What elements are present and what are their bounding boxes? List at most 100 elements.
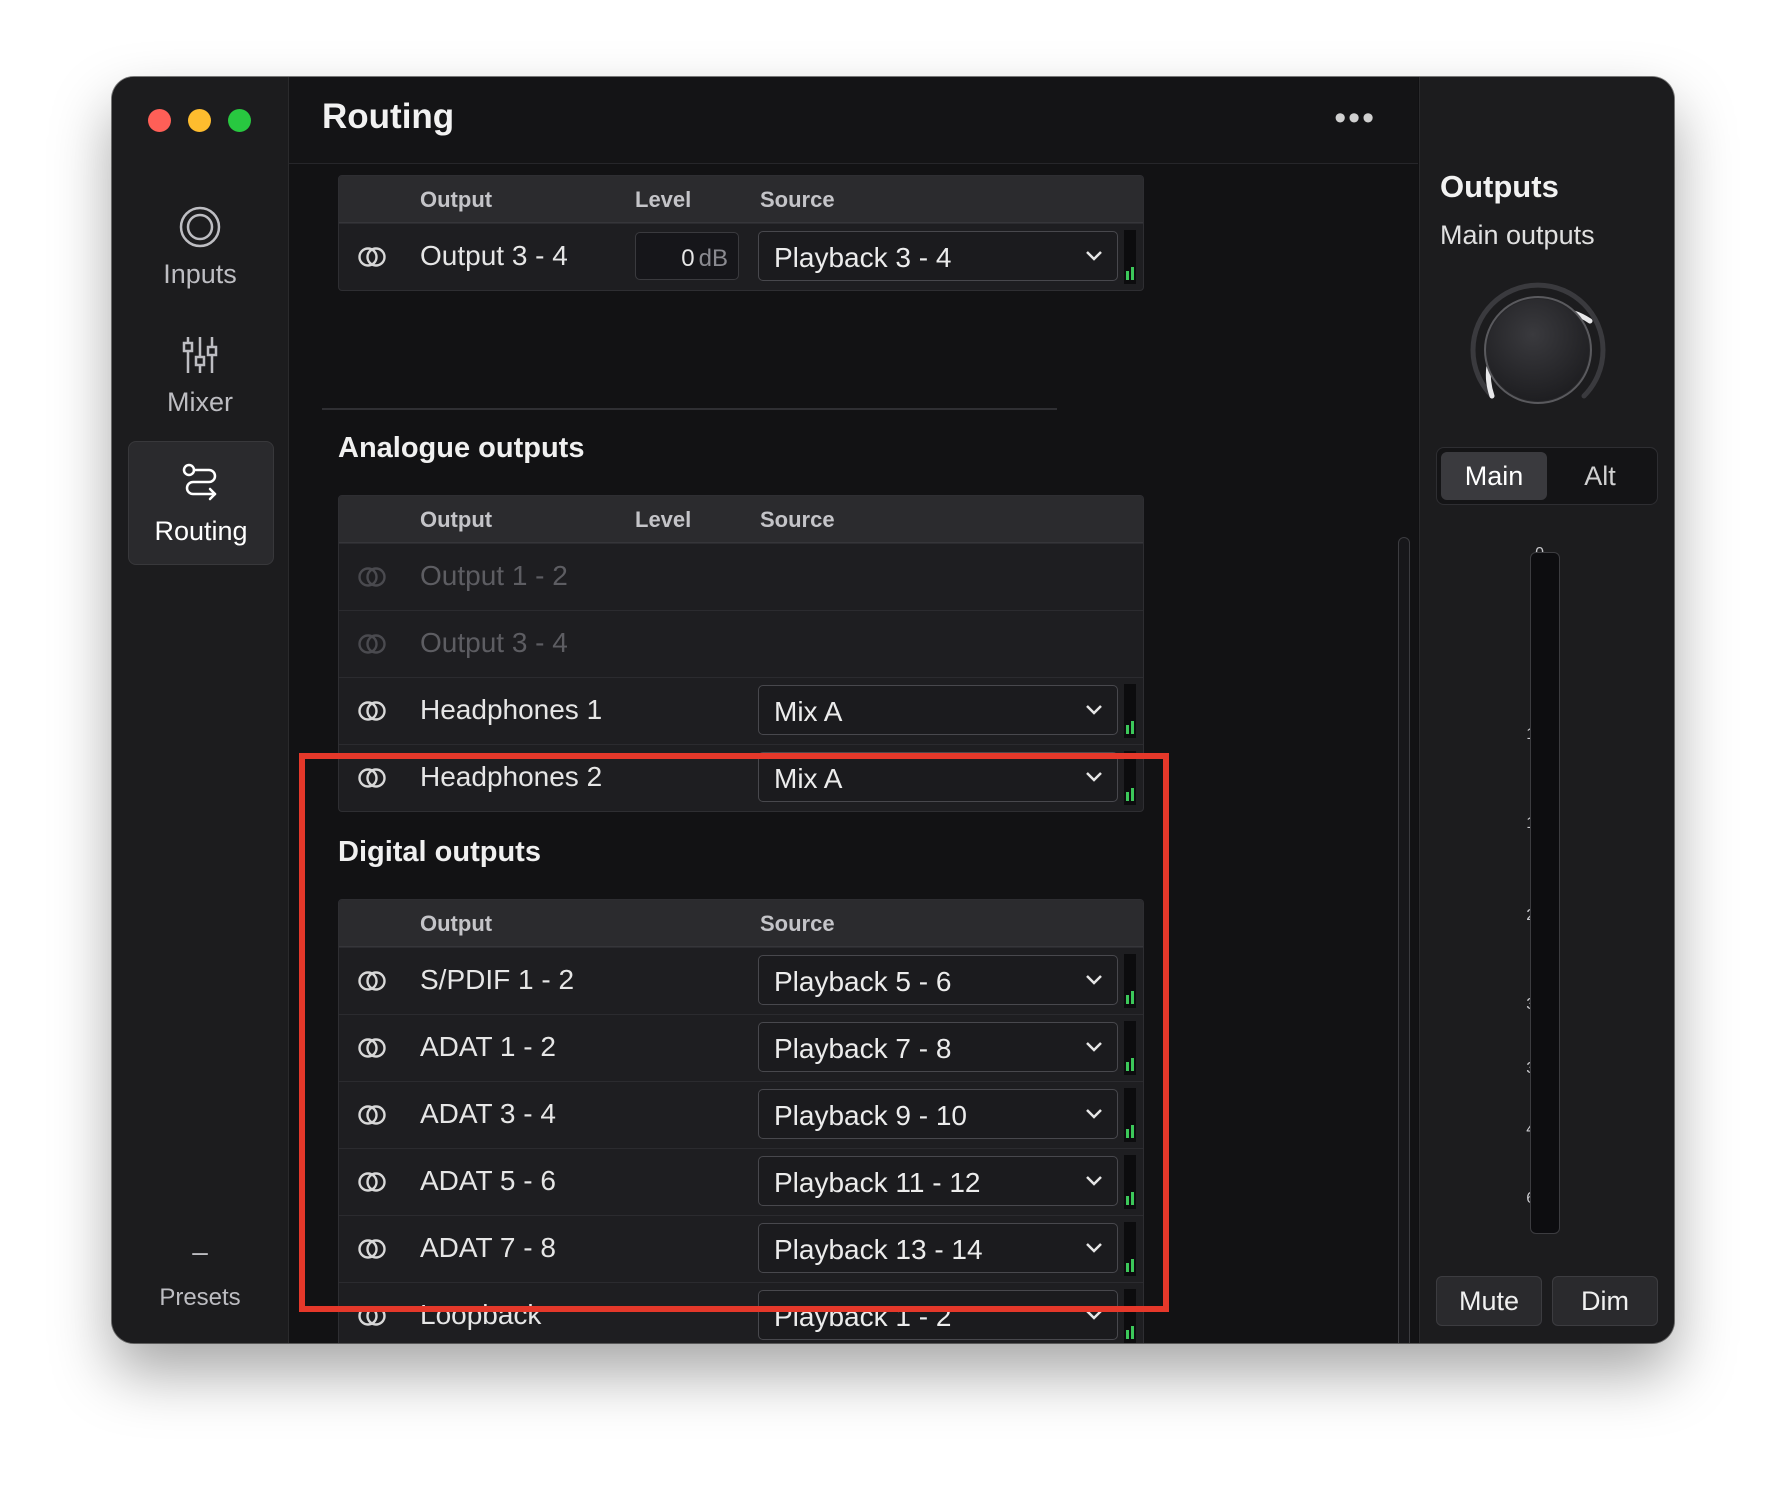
column-header-level: Level xyxy=(635,187,692,212)
main-toggle-button[interactable]: Main xyxy=(1441,452,1547,500)
source-value: Playback 1 - 2 xyxy=(774,1301,952,1332)
table-row: Loopback Playback 1 - 2 xyxy=(339,1282,1143,1343)
chevron-down-icon xyxy=(1086,1176,1102,1186)
chevron-down-icon xyxy=(1086,705,1102,715)
level-unit: dB xyxy=(698,245,728,272)
chevron-down-icon xyxy=(1086,1109,1102,1119)
chevron-down-icon xyxy=(1086,975,1102,985)
source-value: Playback 7 - 8 xyxy=(774,1033,952,1064)
table-row: Headphones 1 Mix A xyxy=(339,677,1143,744)
output-name: ADAT 1 - 2 xyxy=(420,1031,556,1062)
source-select[interactable]: Mix A xyxy=(758,752,1118,802)
page-title: Routing xyxy=(322,97,455,136)
source-select[interactable]: Playback 5 - 6 xyxy=(758,955,1118,1005)
stereo-link-icon[interactable] xyxy=(357,1237,387,1261)
chevron-down-icon xyxy=(1086,1042,1102,1052)
mixer-icon xyxy=(182,336,218,373)
stereo-link-icon[interactable] xyxy=(357,969,387,993)
mute-button[interactable]: Mute xyxy=(1436,1276,1542,1326)
column-header-source: Source xyxy=(760,507,835,532)
table-row: ADAT 7 - 8 Playback 13 - 14 xyxy=(339,1215,1143,1282)
source-value: Mix A xyxy=(774,696,843,727)
sidebar-item-mixer[interactable]: Mixer xyxy=(128,313,272,435)
alt-toggle-button[interactable]: Alt xyxy=(1547,452,1653,500)
sidebar-item-inputs[interactable]: Inputs xyxy=(128,185,272,307)
presets-dash: – xyxy=(192,1236,208,1267)
stereo-link-icon[interactable] xyxy=(357,766,387,790)
outputs-subtitle: Main outputs xyxy=(1440,220,1595,250)
level-meter xyxy=(1124,954,1136,1008)
presets-label: Presets xyxy=(159,1284,241,1311)
stereo-link-icon[interactable] xyxy=(357,1170,387,1194)
presets-button[interactable]: – Presets xyxy=(112,1236,288,1312)
table-header: Output Level Source xyxy=(339,496,1143,543)
header: Routing ••• xyxy=(289,77,1418,164)
level-meter xyxy=(1124,1088,1136,1142)
table-row: Output 3 - 4 0 dB Playback 3 - 4 xyxy=(339,223,1143,290)
sidebar-item-routing[interactable]: Routing xyxy=(128,441,274,565)
source-value: Playback 3 - 4 xyxy=(774,242,952,273)
column-header-output: Output xyxy=(420,911,493,936)
stereo-link-icon[interactable] xyxy=(357,1304,387,1328)
mute-dim-row: Mute Dim xyxy=(1436,1276,1658,1326)
source-value: Mix A xyxy=(774,763,843,794)
source-value: Playback 11 - 12 xyxy=(774,1167,981,1198)
sidebar: Inputs Mixer Routing – Presets xyxy=(112,77,289,1343)
stereo-link-icon[interactable] xyxy=(357,1036,387,1060)
dim-button[interactable]: Dim xyxy=(1552,1276,1658,1326)
digital-output-table: Output Source S/PDIF 1 - 2 Playback 5 - … xyxy=(338,899,1144,1343)
source-select[interactable]: Mix A xyxy=(758,685,1118,735)
top-output-table: Output Level Source Output 3 - 4 0 dB Pla… xyxy=(338,175,1144,291)
source-value: Playback 13 - 14 xyxy=(774,1234,983,1265)
main-output-meter xyxy=(1530,552,1560,1234)
output-name: ADAT 7 - 8 xyxy=(420,1232,556,1263)
more-options-icon[interactable]: ••• xyxy=(1334,99,1376,138)
chevron-down-icon xyxy=(1086,772,1102,782)
table-row: S/PDIF 1 - 2 Playback 5 - 6 xyxy=(339,947,1143,1014)
source-select[interactable]: Playback 1 - 2 xyxy=(758,1290,1118,1340)
sidebar-item-label: Routing xyxy=(154,515,248,546)
source-select[interactable]: Playback 3 - 4 xyxy=(758,231,1118,281)
sidebar-item-label: Mixer xyxy=(167,386,233,417)
output-name: ADAT 3 - 4 xyxy=(420,1098,556,1129)
level-meter xyxy=(1124,684,1136,738)
level-meter xyxy=(1124,751,1136,805)
source-select[interactable]: Playback 13 - 14 xyxy=(758,1223,1118,1273)
section-title-analogue: Analogue outputs xyxy=(338,432,585,464)
section-divider xyxy=(322,408,1057,410)
traffic-lights xyxy=(148,109,251,132)
output-name: Loopback xyxy=(420,1299,542,1330)
app-window: Inputs Mixer Routing – Presets Routing •… xyxy=(112,77,1674,1343)
source-select[interactable]: Playback 7 - 8 xyxy=(758,1022,1118,1072)
stereo-link-icon[interactable] xyxy=(357,1103,387,1127)
stereo-link-icon[interactable] xyxy=(357,245,387,269)
output-name: Headphones 1 xyxy=(420,694,603,725)
table-row: Output 1 - 2 xyxy=(339,543,1143,610)
table-row: ADAT 5 - 6 Playback 11 - 12 xyxy=(339,1148,1143,1215)
source-select[interactable]: Playback 11 - 12 xyxy=(758,1156,1118,1206)
column-header-source: Source xyxy=(760,187,835,212)
routing-icon xyxy=(182,463,217,500)
output-name: Output 1 - 2 xyxy=(420,560,568,591)
outputs-title: Outputs xyxy=(1440,169,1559,204)
column-header-output: Output xyxy=(420,507,493,532)
routing-main: Routing ••• Output Level Source Output 3… xyxy=(289,77,1418,1343)
level-field[interactable]: 0 dB xyxy=(635,232,739,280)
column-header-source: Source xyxy=(760,911,835,936)
column-header-output: Output xyxy=(420,187,493,212)
source-select[interactable]: Playback 9 - 10 xyxy=(758,1089,1118,1139)
volume-knob-icon xyxy=(1470,282,1606,404)
outputs-panel: Outputs Main outputs Main Alt 0 xyxy=(1419,77,1674,1343)
scrollbar[interactable] xyxy=(1398,537,1410,1343)
stereo-link-icon[interactable] xyxy=(357,699,387,723)
chevron-down-icon xyxy=(1086,1243,1102,1253)
zoom-button[interactable] xyxy=(228,109,251,132)
chevron-down-icon xyxy=(1086,251,1102,261)
table-row: ADAT 3 - 4 Playback 9 - 10 xyxy=(339,1081,1143,1148)
main-volume-knob[interactable] xyxy=(1458,270,1618,430)
minimize-button[interactable] xyxy=(188,109,211,132)
table-row: Output 3 - 4 xyxy=(339,610,1143,677)
close-button[interactable] xyxy=(148,109,171,132)
level-meter xyxy=(1124,1222,1136,1276)
level-value: 0 xyxy=(681,245,695,272)
